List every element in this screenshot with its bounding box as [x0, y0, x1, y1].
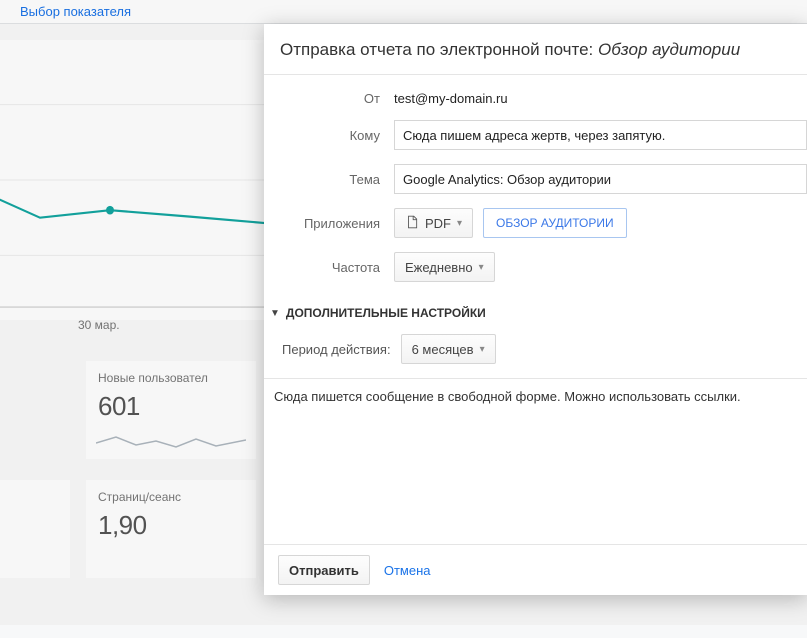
chevron-down-icon: ▾: [480, 344, 485, 355]
pdf-icon: [405, 215, 419, 232]
triangle-down-icon: ▼: [270, 308, 280, 319]
dialog-body: От test@my-domain.ru Кому Тема Приложени…: [264, 75, 807, 544]
freq-label: Частота: [264, 260, 394, 275]
row-to: Кому: [264, 120, 807, 150]
subject-input[interactable]: [394, 164, 807, 194]
dialog-title-prefix: Отправка отчета по электронной почте:: [280, 40, 598, 59]
duration-label: Период действия:: [282, 342, 391, 357]
dialog-title: Отправка отчета по электронной почте: Об…: [264, 24, 807, 75]
row-attachments: Приложения PDF ▾ ОБЗОР АУДИТОРИИ: [264, 208, 807, 238]
dialog-title-report: Обзор аудитории: [598, 40, 740, 59]
message-textarea[interactable]: Сюда пишется сообщение в свободной форме…: [264, 378, 807, 528]
frequency-dropdown[interactable]: Ежедневно ▾: [394, 252, 495, 282]
chevron-down-icon: ▾: [479, 262, 484, 273]
chip-label: ОБЗОР АУДИТОРИИ: [496, 216, 614, 230]
duration-value: 6 месяцев: [412, 342, 474, 357]
frequency-value: Ежедневно: [405, 260, 473, 275]
send-button[interactable]: Отправить: [278, 555, 370, 585]
dialog-footer: Отправить Отмена: [264, 544, 807, 595]
from-label: От: [264, 91, 394, 106]
attachment-format-dropdown[interactable]: PDF ▾: [394, 208, 473, 238]
to-input[interactable]: [394, 120, 807, 150]
attachment-report-chip[interactable]: ОБЗОР АУДИТОРИИ: [483, 208, 627, 238]
row-from: От test@my-domain.ru: [264, 91, 807, 106]
row-subject: Тема: [264, 164, 807, 194]
chevron-down-icon: ▾: [457, 218, 462, 229]
attach-label: Приложения: [264, 216, 394, 231]
subject-label: Тема: [264, 172, 394, 187]
cancel-link[interactable]: Отмена: [384, 563, 431, 578]
to-label: Кому: [264, 128, 394, 143]
send-button-label: Отправить: [289, 563, 359, 578]
advanced-settings-label: ДОПОЛНИТЕЛЬНЫЕ НАСТРОЙКИ: [286, 306, 486, 320]
email-report-dialog: Отправка отчета по электронной почте: Об…: [264, 24, 807, 595]
duration-dropdown[interactable]: 6 месяцев ▾: [401, 334, 496, 364]
attachment-format-value: PDF: [425, 216, 451, 231]
row-frequency: Частота Ежедневно ▾: [264, 252, 807, 282]
row-duration: Период действия: 6 месяцев ▾: [264, 328, 807, 378]
from-value: test@my-domain.ru: [394, 91, 508, 106]
message-text: Сюда пишется сообщение в свободной форме…: [274, 389, 741, 404]
advanced-settings-toggle[interactable]: ▼ ДОПОЛНИТЕЛЬНЫЕ НАСТРОЙКИ: [264, 296, 807, 328]
